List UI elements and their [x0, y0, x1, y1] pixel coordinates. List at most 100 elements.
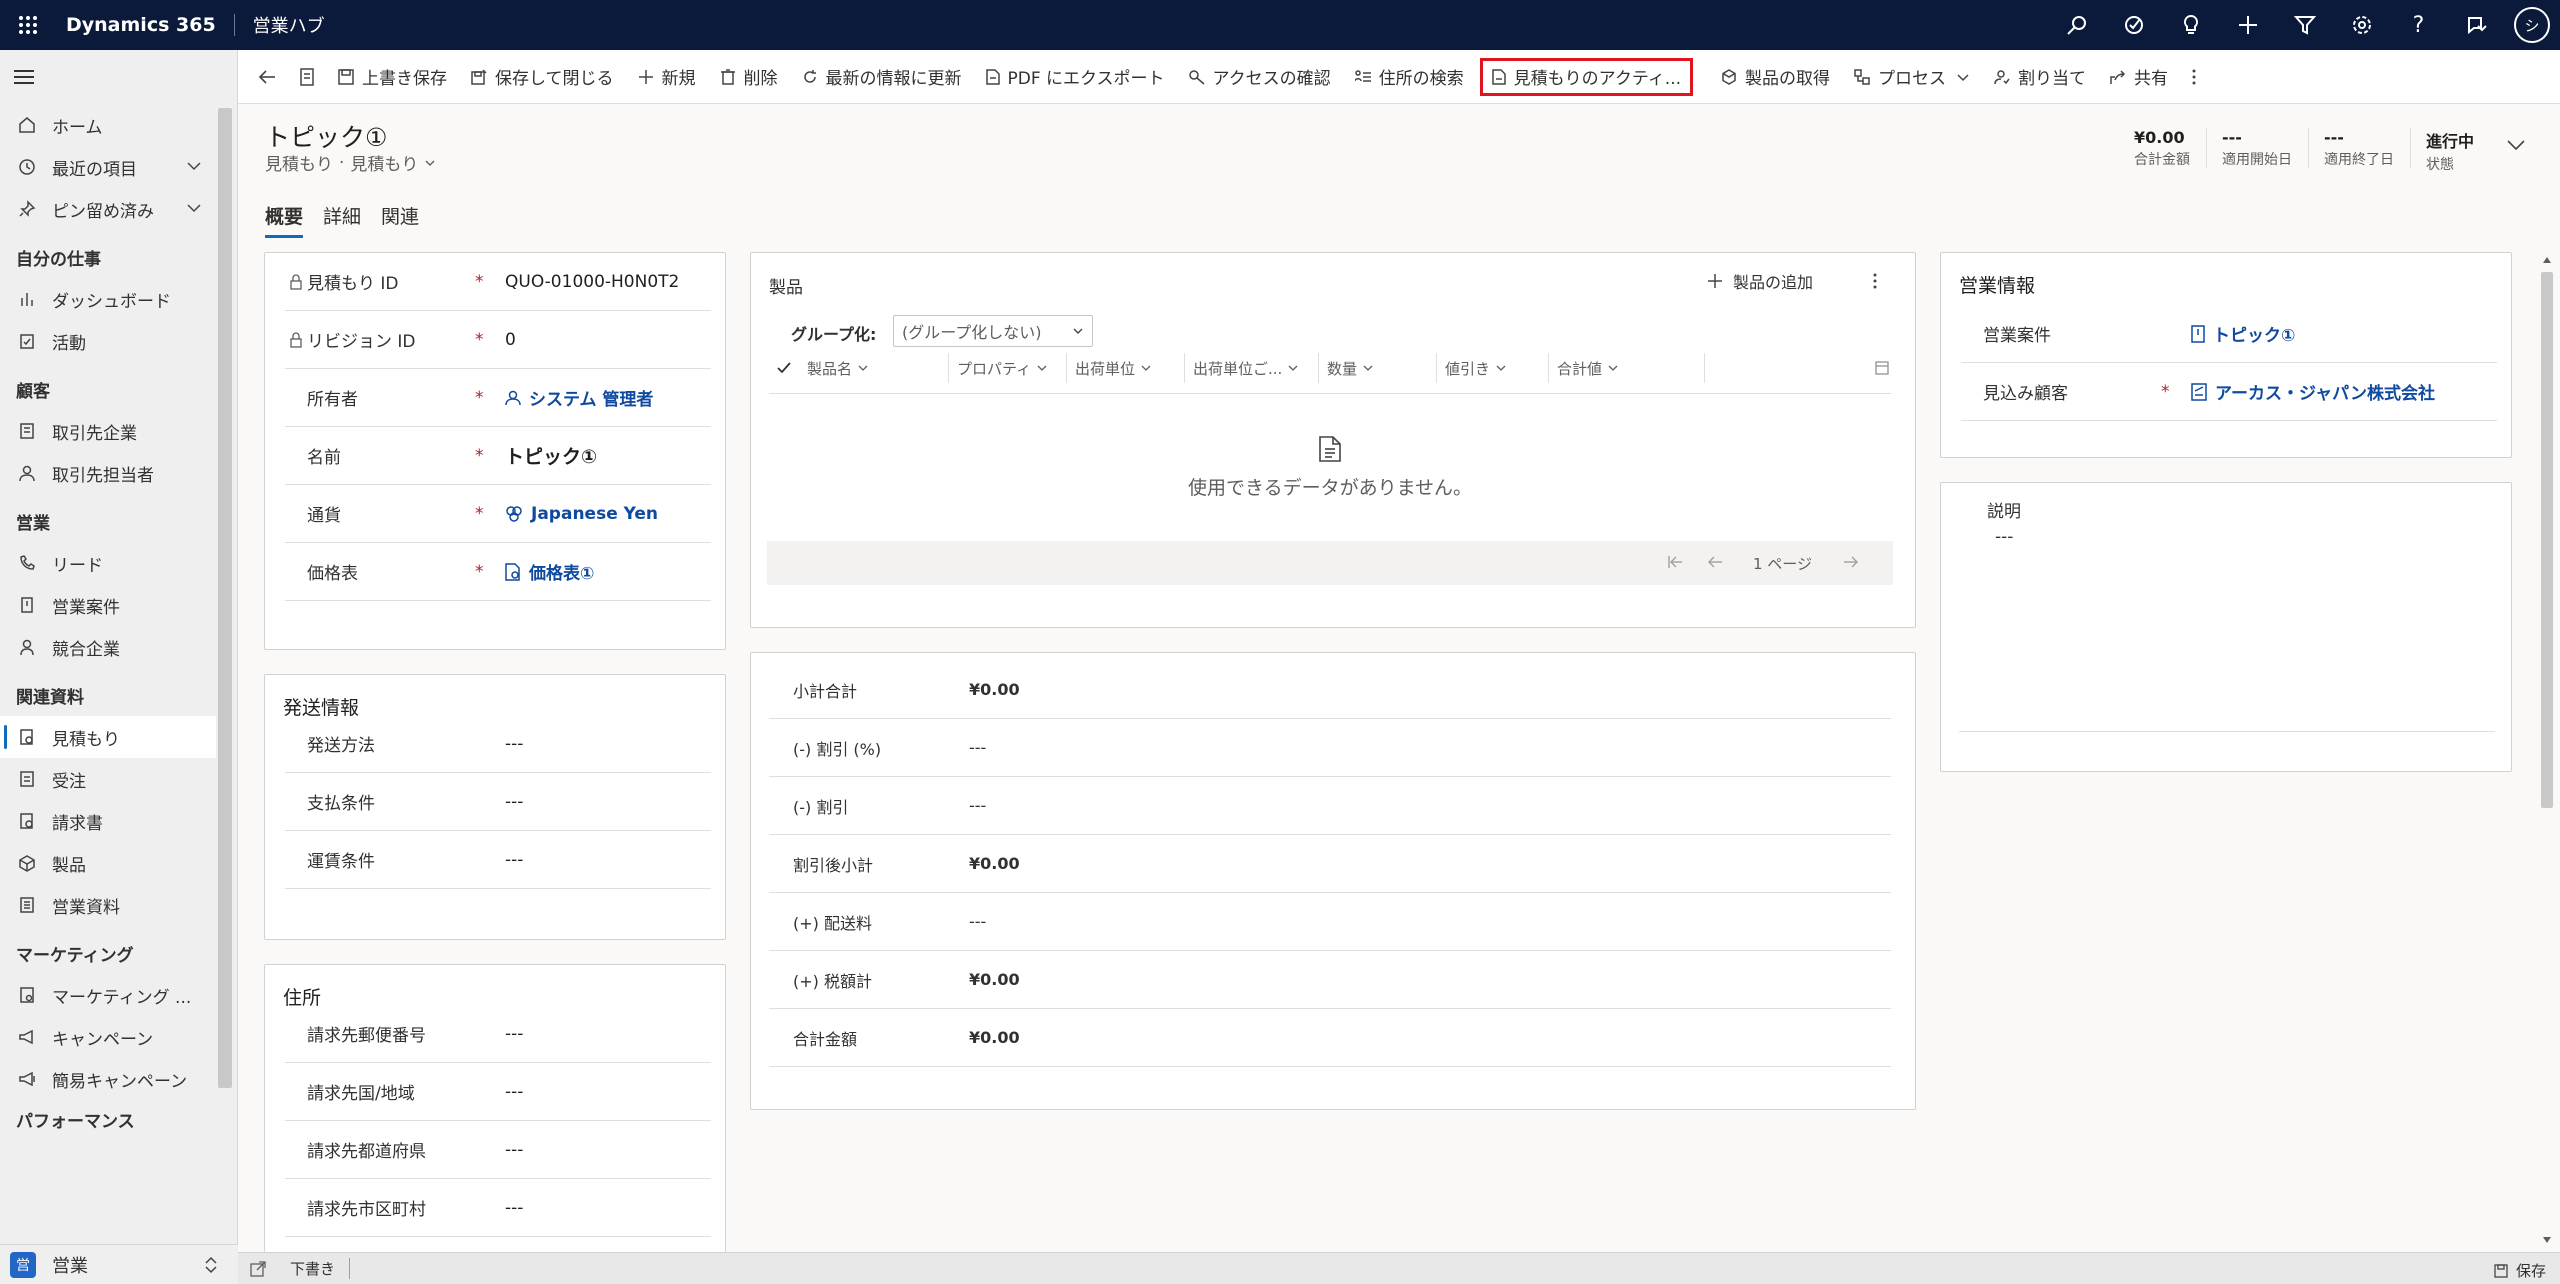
search-icon[interactable] — [2048, 0, 2105, 50]
scroll-down-icon[interactable] — [2542, 1236, 2552, 1244]
sidebar-scrollbar[interactable] — [218, 108, 232, 1088]
lightbulb-icon[interactable] — [2162, 0, 2219, 50]
previous-page-icon[interactable] — [1707, 555, 1723, 569]
sidebar-item-pinned[interactable]: ピン留め済み — [0, 188, 216, 230]
field-freight-terms[interactable]: 運賃条件 --- — [285, 831, 711, 889]
sidebar-item-marketing-lists[interactable]: マーケティング ... — [0, 974, 216, 1016]
price-list-lookup[interactable]: 価格表① — [505, 559, 594, 584]
field-bill-postal-code[interactable]: 請求先郵便番号 --- — [285, 1005, 711, 1063]
first-page-icon[interactable] — [1667, 555, 1683, 569]
tab-details[interactable]: 詳細 — [323, 202, 361, 238]
sidebar-item-activities[interactable]: 活動 — [0, 320, 216, 362]
column-header-product-name[interactable]: 製品名 — [799, 353, 949, 383]
field-payment-terms[interactable]: 支払条件 --- — [285, 773, 711, 831]
check-access-button[interactable]: アクセスの確認 — [1177, 58, 1343, 96]
scroll-up-icon[interactable] — [2542, 256, 2552, 264]
opportunity-lookup[interactable]: トピック① — [2191, 321, 2295, 346]
brand-name[interactable]: Dynamics 365 — [56, 14, 235, 36]
sidebar-item-campaigns[interactable]: キャンペーン — [0, 1016, 216, 1058]
new-button[interactable]: 新規 — [626, 58, 708, 96]
field-shipping-method[interactable]: 発送方法 --- — [285, 715, 711, 773]
total-row-freight[interactable]: (+) 配送料 --- — [769, 893, 1891, 951]
delete-button[interactable]: 削除 — [708, 58, 790, 96]
field-bill-country[interactable]: 請求先国/地域 --- — [285, 1063, 711, 1121]
group-by-select[interactable]: (グループ化しない) — [893, 315, 1093, 347]
refresh-button[interactable]: 最新の情報に更新 — [790, 58, 974, 96]
sidebar-item-recent[interactable]: 最近の項目 — [0, 146, 216, 188]
tab-related[interactable]: 関連 — [381, 202, 419, 238]
chevron-down-icon[interactable] — [186, 158, 202, 174]
help-icon[interactable]: ? — [2390, 0, 2447, 50]
total-row-discount-percent[interactable]: (-) 割引 (%) --- — [769, 719, 1891, 777]
potential-customer-lookup[interactable]: アーカス・ジャパン株式会社 — [2191, 379, 2435, 404]
name-input[interactable]: トピック① — [505, 442, 597, 469]
column-header-unit[interactable]: 出荷単位 — [1067, 353, 1185, 383]
sidebar-item-products[interactable]: 製品 — [0, 842, 216, 884]
record-set-button[interactable] — [288, 58, 326, 96]
assign-button[interactable]: 割り当て — [1982, 58, 2098, 96]
open-in-new-window-icon[interactable] — [250, 1260, 266, 1277]
sidebar-item-contacts[interactable]: 取引先担当者 — [0, 452, 216, 494]
total-row-discount-amount[interactable]: (-) 割引 --- — [769, 777, 1891, 835]
footer-save-button[interactable]: 保存 — [2494, 1260, 2546, 1281]
sidebar-item-accounts[interactable]: 取引先企業 — [0, 410, 216, 452]
description-input[interactable]: --- — [1995, 527, 2013, 547]
user-avatar[interactable]: シ — [2514, 7, 2550, 43]
column-label: プロパティ — [957, 359, 1032, 378]
filter-icon[interactable] — [2276, 0, 2333, 50]
sidebar-item-competitors[interactable]: 競合企業 — [0, 626, 216, 668]
gear-icon[interactable] — [2333, 0, 2390, 50]
select-all-checkbox[interactable] — [769, 361, 799, 375]
column-header-property[interactable]: プロパティ — [949, 353, 1067, 383]
column-header-extended-amount[interactable]: 合計値 — [1549, 353, 1705, 383]
sidebar-item-home[interactable]: ホーム — [0, 104, 216, 146]
field-value: --- — [505, 849, 524, 870]
column-header-quantity[interactable]: 数量 — [1319, 353, 1437, 383]
task-icon[interactable] — [2105, 0, 2162, 50]
column-header-discount[interactable]: 値引き — [1437, 353, 1549, 383]
subgrid-more-icon[interactable] — [1873, 273, 1877, 289]
column-chooser-icon[interactable] — [1875, 361, 1889, 375]
process-button[interactable]: プロセス — [1842, 58, 1982, 96]
header-expand-chevron-icon[interactable] — [2506, 138, 2526, 152]
field-bill-city[interactable]: 請求先市区町村 --- — [285, 1179, 711, 1237]
field-name[interactable]: 名前 * トピック① — [285, 427, 711, 485]
back-button[interactable] — [246, 58, 288, 96]
field-bill-state[interactable]: 請求先都道府県 --- — [285, 1121, 711, 1179]
refresh-icon — [802, 69, 818, 85]
sidebar-item-opportunities[interactable]: 営業案件 — [0, 584, 216, 626]
plus-icon[interactable] — [2219, 0, 2276, 50]
sidebar-item-quick-campaigns[interactable]: 簡易キャンペーン — [0, 1058, 216, 1100]
sidebar-item-sales-literature[interactable]: 営業資料 — [0, 884, 216, 926]
next-page-icon[interactable] — [1843, 555, 1859, 569]
more-commands-button[interactable] — [2180, 58, 2208, 96]
area-switcher[interactable]: 営 営業 — [0, 1244, 238, 1284]
owner-lookup[interactable]: システム 管理者 — [505, 385, 653, 410]
chevron-down-icon[interactable] — [186, 200, 202, 216]
main-scrollbar[interactable] — [2538, 256, 2556, 1256]
form-selector[interactable]: 見積もり · 見積もり — [265, 150, 436, 175]
sidebar-item-leads[interactable]: リード — [0, 542, 216, 584]
sidebar-item-quotes[interactable]: 見積もり — [0, 716, 216, 758]
required-marker: * — [475, 329, 484, 350]
export-pdf-button[interactable]: PDF にエクスポート — [974, 58, 1177, 96]
tab-summary[interactable]: 概要 — [265, 202, 304, 238]
quote-activation-button[interactable]: 見積もりのアクティ... — [1479, 57, 1694, 96]
scrollbar-thumb[interactable] — [2541, 272, 2553, 808]
share-button[interactable]: 共有 — [2098, 58, 2180, 96]
save-and-close-button[interactable]: 保存して閉じる — [459, 58, 626, 96]
hub-name[interactable]: 営業ハブ — [235, 12, 325, 38]
save-button[interactable]: 上書き保存 — [326, 58, 459, 96]
currency-lookup[interactable]: Japanese Yen — [505, 504, 658, 524]
sidebar-item-dashboard[interactable]: ダッシュボード — [0, 278, 216, 320]
get-products-button[interactable]: 製品の取得 — [1709, 58, 1842, 96]
hamburger-icon[interactable] — [0, 50, 237, 104]
sidebar-item-orders[interactable]: 受注 — [0, 758, 216, 800]
app-launcher-icon[interactable] — [0, 0, 56, 50]
assist-icon[interactable] — [2447, 0, 2504, 50]
chevron-down-icon — [1363, 363, 1373, 373]
sidebar-item-invoices[interactable]: 請求書 — [0, 800, 216, 842]
column-header-price-per-unit[interactable]: 出荷単位ご... — [1185, 353, 1319, 383]
search-address-button[interactable]: 住所の検索 — [1343, 58, 1476, 96]
add-product-button[interactable]: 製品の追加 — [1707, 269, 1813, 293]
